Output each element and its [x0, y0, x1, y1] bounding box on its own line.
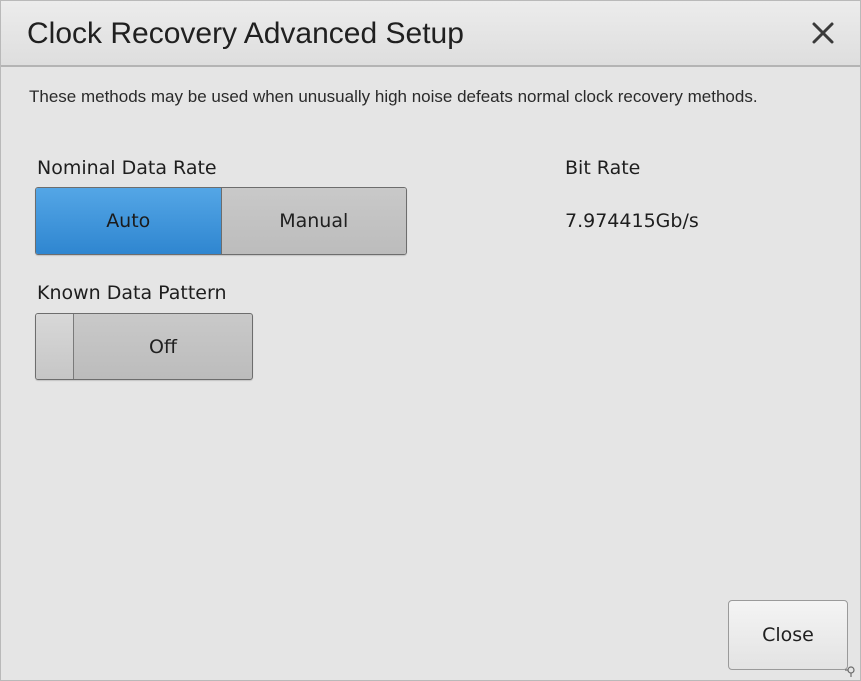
toggle-knob[interactable]	[36, 314, 74, 379]
bit-rate-value: 7.974415Gb/s	[565, 210, 699, 232]
auto-button[interactable]: Auto	[36, 188, 222, 254]
title-bar[interactable]: Clock Recovery Advanced Setup	[1, 1, 860, 67]
toggle-state-label: Off	[148, 335, 178, 358]
known-data-pattern-label: Known Data Pattern	[37, 282, 227, 304]
description-text: These methods may be used when unusually…	[29, 87, 758, 106]
close-button[interactable]: Close	[728, 600, 848, 670]
dialog-title: Clock Recovery Advanced Setup	[27, 17, 464, 50]
bit-rate-label: Bit Rate	[565, 157, 641, 179]
clock-recovery-dialog: Clock Recovery Advanced Setup These meth…	[0, 0, 861, 681]
nominal-data-rate-label: Nominal Data Rate	[37, 157, 217, 179]
nominal-data-rate-selector: Auto Manual	[35, 187, 407, 255]
manual-button[interactable]: Manual	[221, 188, 406, 254]
resize-grip-icon[interactable]	[842, 662, 858, 678]
known-data-pattern-toggle[interactable]: Off	[35, 313, 253, 380]
close-icon[interactable]	[806, 15, 840, 49]
